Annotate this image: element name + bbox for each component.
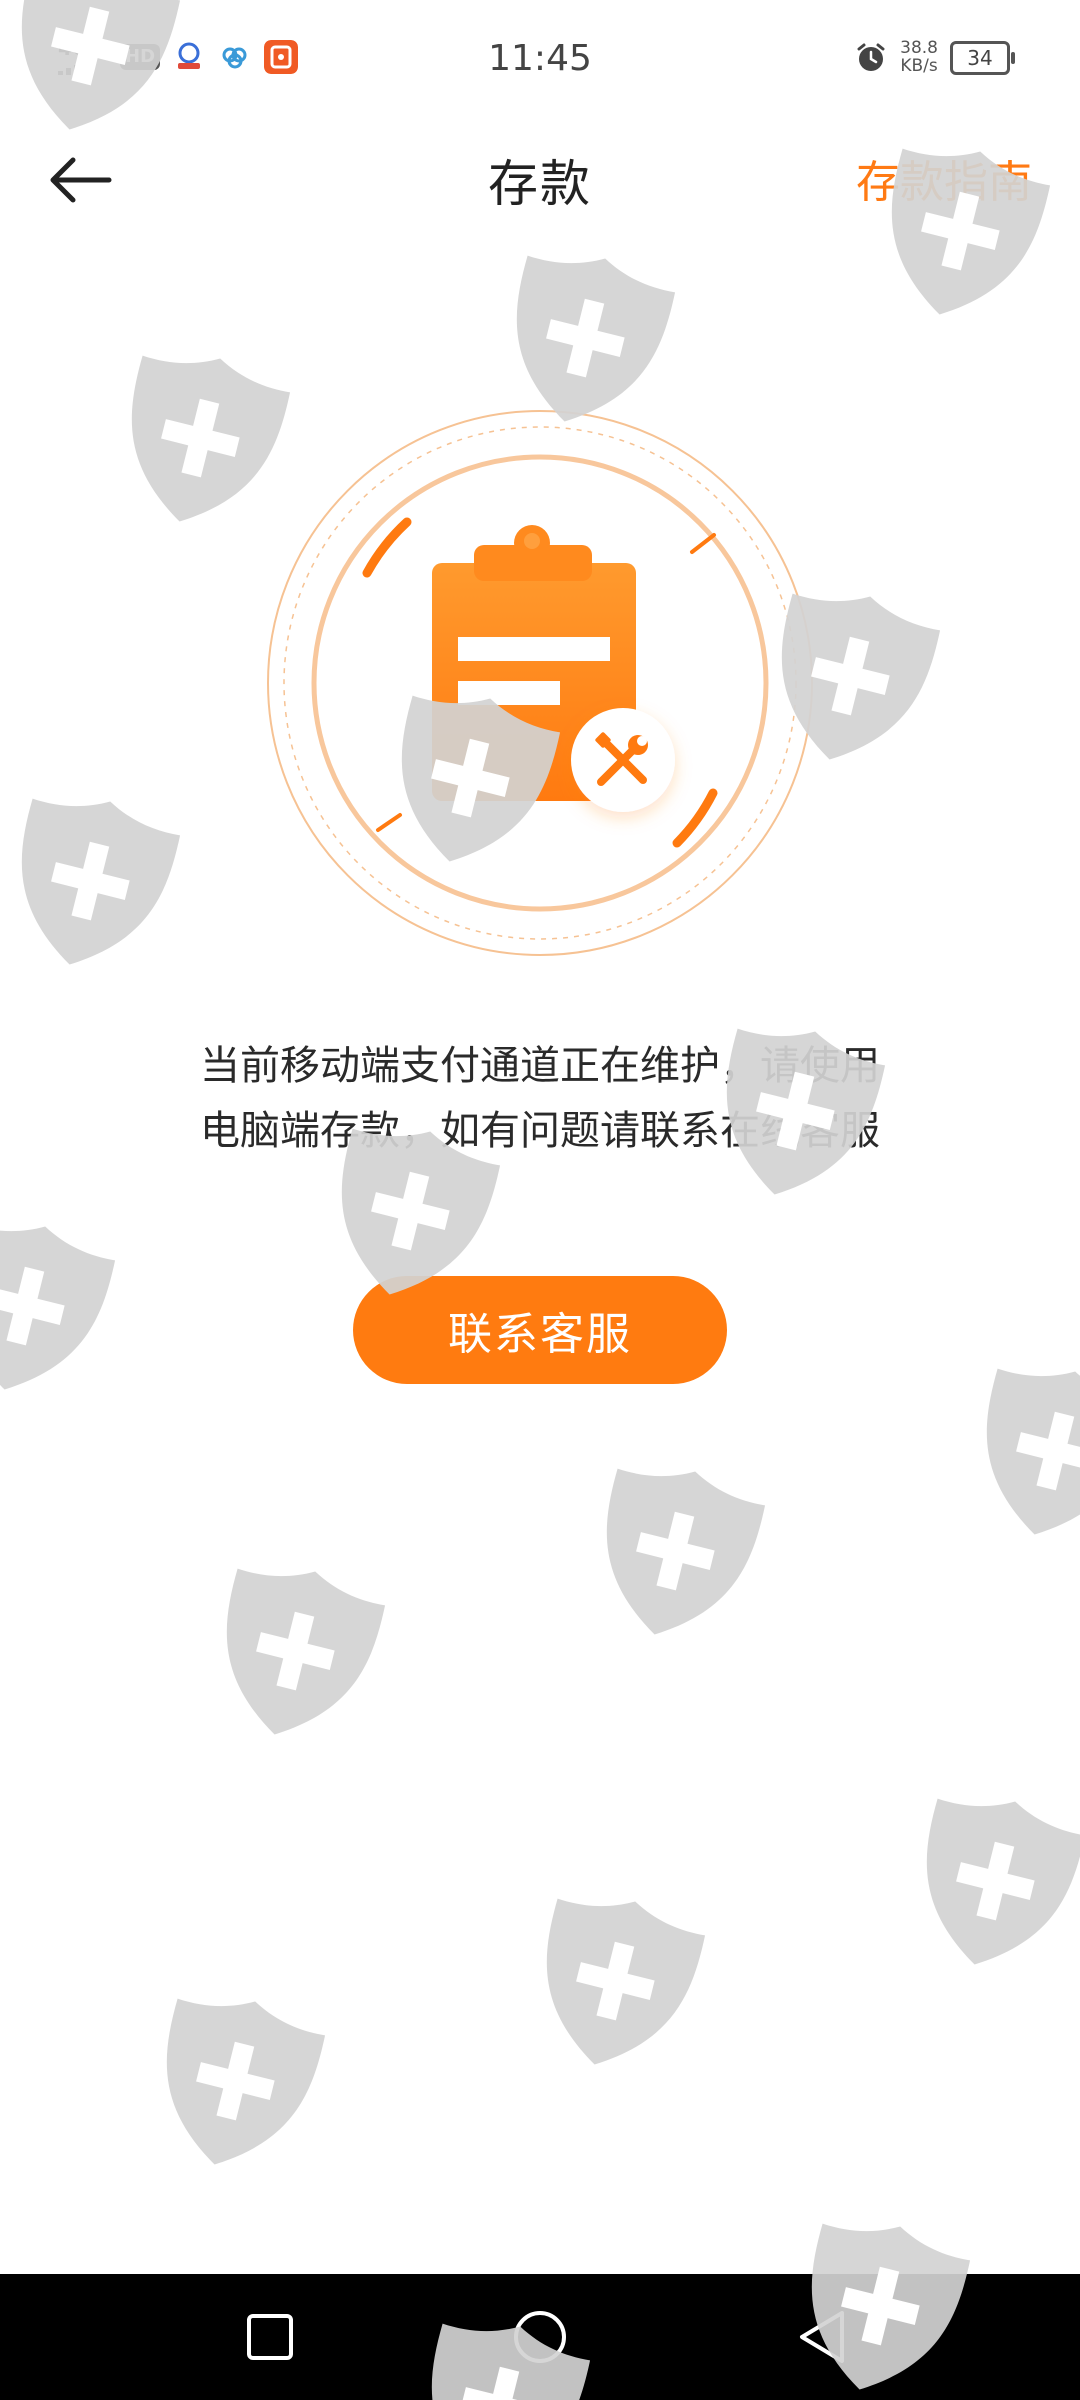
message-line-1: 当前移动端支付通道正在维护，请使用 — [200, 1043, 880, 1089]
square-icon — [247, 2314, 293, 2360]
watermark-shield-icon — [900, 1783, 1080, 1983]
maintenance-illustration — [267, 410, 813, 956]
network-speed-unit: KB/s — [900, 55, 938, 76]
status-right-group: 38.8 KB/s 34 — [854, 39, 1015, 76]
nav-back-button[interactable] — [790, 2305, 854, 2369]
maintenance-message: 当前移动端支付通道正在维护，请使用 电脑端存款，如有问题请联系在线客服 — [120, 1034, 960, 1164]
alarm-icon — [857, 43, 885, 71]
circle-icon — [514, 2311, 566, 2363]
triangle-back-icon — [800, 2311, 844, 2363]
status-bar: 4G+ HD 11:45 38.8 KB/s 34 — [0, 0, 1080, 122]
watermark-shield-icon — [960, 1353, 1080, 1553]
contact-support-button[interactable]: 联系客服 — [353, 1276, 727, 1384]
deposit-guide-link[interactable]: 存款指南 — [856, 146, 1032, 210]
nav-home-button[interactable] — [508, 2305, 572, 2369]
deposit-page: 4G+ HD 11:45 38.8 KB/s 34 存款 存款指南 当前移动端支… — [0, 0, 1080, 2400]
watermark-shield-icon — [140, 1983, 330, 2183]
watermark-shield-icon — [520, 1883, 710, 2083]
watermark-shield-icon — [0, 1208, 120, 1408]
message-line-2: 电脑端存款，如有问题请联系在线客服 — [200, 1108, 880, 1154]
watermark-shield-icon — [0, 783, 185, 983]
watermark-shield-icon — [580, 1453, 770, 1653]
title-bar: 存款 存款指南 — [0, 122, 1080, 232]
nav-recents-button[interactable] — [238, 2305, 302, 2369]
watermark-layer — [0, 0, 1080, 2400]
battery-indicator: 34 — [950, 40, 1015, 75]
network-speed: 38.8 KB/s — [900, 39, 938, 76]
watermark-shield-icon — [200, 1553, 390, 1753]
system-nav-bar — [0, 2274, 1080, 2400]
